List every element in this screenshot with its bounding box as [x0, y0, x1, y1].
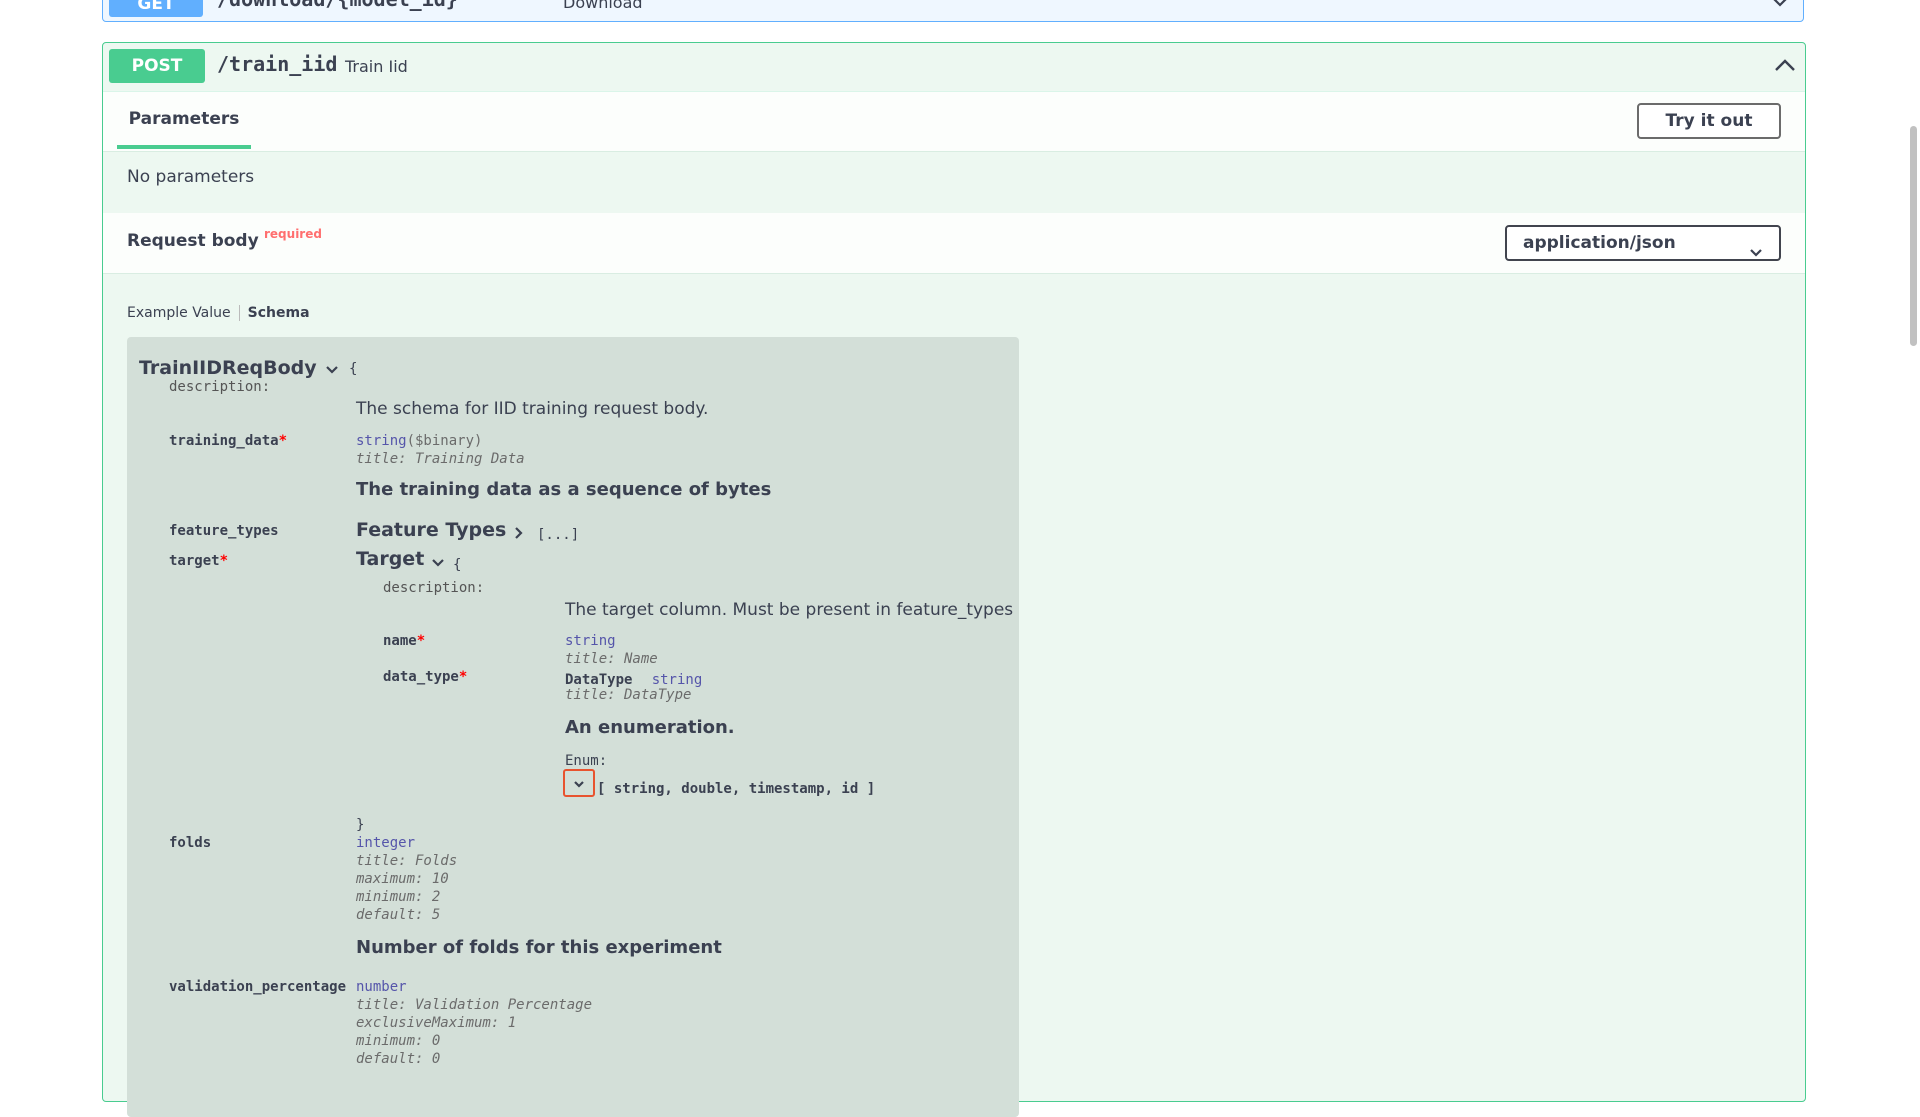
validation-percentage-default: default: 0 [356, 1051, 441, 1067]
chevron-down-icon [1749, 237, 1763, 269]
validation-percentage-title: title: Validation Percentage [356, 997, 593, 1013]
post-summary: Train Iid [345, 57, 408, 76]
folds-description: Number of folds for this experiment [356, 937, 722, 958]
model-title[interactable]: TrainIIDReqBody [139, 357, 317, 379]
chevron-down-icon[interactable] [325, 361, 339, 380]
validation-percentage-exclusive-maximum: exclusiveMaximum: 1 [356, 1015, 517, 1031]
training-data-title: title: Training Data [356, 451, 525, 467]
target-description: The target column. Must be present in fe… [565, 600, 1014, 620]
get-path: /download/{model_id} [217, 0, 458, 11]
try-it-out-button[interactable]: Try it out [1637, 103, 1781, 139]
prop-folds: folds [169, 835, 212, 851]
name-title: title: Name [565, 651, 658, 667]
request-body-title: Request body [127, 231, 259, 251]
prop-name: name* [383, 633, 426, 649]
post-train-iid-operation: POST /train_iid Train Iid Parameters Try… [102, 42, 1806, 1117]
chevron-down-icon[interactable] [1771, 0, 1789, 12]
folds-default: default: 5 [356, 907, 441, 923]
chevron-down-icon[interactable] [431, 554, 445, 573]
chevron-down-icon [574, 781, 584, 788]
folds-minimum: minimum: 2 [356, 889, 441, 905]
parameters-header: Parameters Try it out [103, 91, 1805, 152]
description-key: description: [169, 379, 271, 395]
tab-example-value[interactable]: Example Value [127, 305, 231, 321]
folds-title: title: Folds [356, 853, 458, 869]
prop-data-type: data_type* [383, 669, 468, 685]
operation-summary[interactable]: POST /train_iid Train Iid [103, 43, 1805, 92]
page-scrollbar[interactable] [1906, 0, 1920, 1080]
prop-validation-percentage: validation_percentage [169, 979, 347, 995]
data-type-type: DataType string [565, 672, 703, 688]
folds-type: integer [356, 835, 416, 851]
folds-maximum: maximum: 10 [356, 871, 449, 887]
model-description: The schema for IID training request body… [356, 399, 709, 419]
request-body-header: Request body required application/json [103, 213, 1805, 274]
data-type-description: An enumeration. [565, 717, 735, 738]
training-data-description: The training data as a sequence of bytes [356, 479, 772, 500]
no-parameters-text: No parameters [127, 167, 255, 187]
enum-toggle-button[interactable] [563, 769, 595, 797]
tab-parameters[interactable]: Parameters [117, 91, 251, 149]
chevron-right-icon[interactable] [513, 525, 525, 544]
feature-types-collapsed[interactable]: [...] [537, 527, 579, 543]
post-path: /train_iid [217, 52, 338, 76]
feature-types-model[interactable]: Feature Types [356, 519, 506, 541]
enum-values: [ string, double, timestamp, id ] [597, 781, 876, 797]
open-brace: { [349, 361, 358, 377]
scrollbar-thumb[interactable] [1910, 126, 1917, 346]
example-schema-tabs: Example Value Schema [127, 305, 310, 321]
prop-target: target* [169, 553, 229, 569]
validation-percentage-minimum: minimum: 0 [356, 1033, 441, 1049]
content-type-select[interactable]: application/json [1505, 225, 1781, 261]
tab-schema[interactable]: Schema [248, 305, 310, 321]
prop-training-data: training_data* [169, 433, 288, 449]
chevron-up-icon[interactable] [1773, 55, 1797, 79]
enum-label: Enum: [565, 753, 608, 769]
content-type-value: application/json [1523, 233, 1676, 253]
training-data-type: string($binary) [356, 433, 483, 449]
target-close-brace: } [356, 817, 365, 833]
get-method-badge: GET [109, 0, 203, 17]
validation-percentage-type: number [356, 979, 407, 995]
get-summary: Download [563, 0, 643, 12]
required-label: required [264, 227, 322, 241]
prop-feature-types: feature_types [169, 523, 279, 539]
target-open-brace: { [453, 557, 462, 573]
name-type: string [565, 633, 616, 649]
schema-panel: TrainIIDReqBody { description: The schem… [127, 337, 1019, 1117]
post-method-badge: POST [109, 49, 205, 83]
data-type-title: title: DataType [565, 687, 692, 703]
get-download-operation[interactable]: GET /download/{model_id} Download [102, 0, 1804, 22]
target-model[interactable]: Target [356, 548, 424, 570]
target-description-key: description: [383, 580, 485, 596]
tab-divider [238, 305, 240, 321]
